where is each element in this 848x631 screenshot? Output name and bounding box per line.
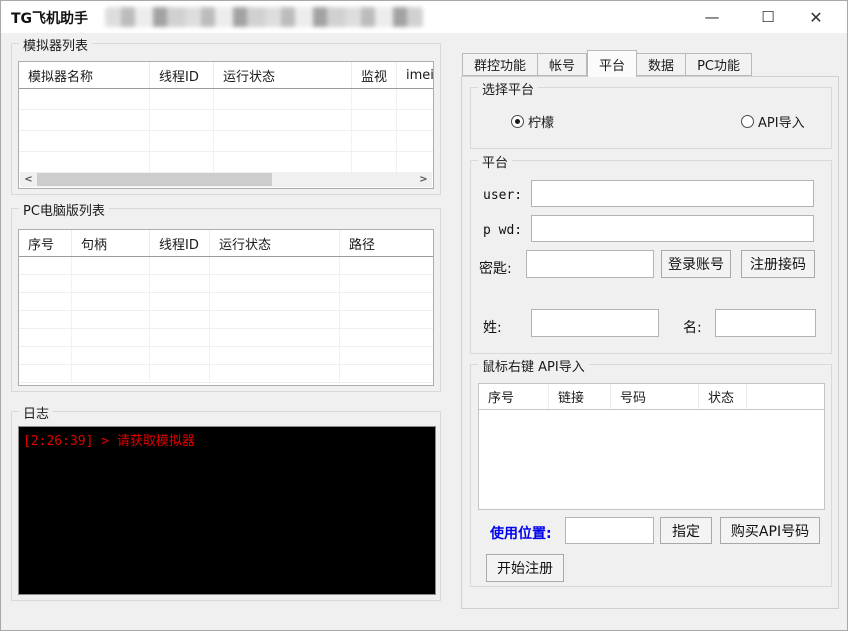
table-row — [19, 365, 433, 383]
tab-group-control[interactable]: 群控功能 — [462, 53, 539, 76]
tab-data[interactable]: 数据 — [637, 53, 687, 76]
api-table-header: 序号 链接 号码 状态 — [479, 384, 824, 410]
pc-list-group-title: PC电脑版列表 — [19, 200, 109, 219]
scrollbar-thumb[interactable] — [37, 173, 272, 186]
use-position-input[interactable] — [565, 517, 654, 544]
column-header[interactable]: 路径 — [340, 230, 433, 256]
tab-platform[interactable]: 平台 — [587, 50, 638, 77]
table-row — [19, 257, 433, 275]
column-header[interactable]: 线程ID — [150, 230, 210, 256]
table-row — [19, 275, 433, 293]
api-table: 序号 链接 号码 状态 — [478, 383, 825, 510]
table-row — [19, 89, 433, 110]
platform-group: 平台 user: p wd: 密匙: 登录账号 注册接码 姓: 名: — [470, 152, 832, 354]
column-header[interactable]: 模拟器名称 — [19, 62, 150, 88]
emulator-list-group: 模拟器列表 模拟器名称 线程ID 运行状态 监视 imei < > — [11, 35, 441, 195]
tab-pc-function[interactable]: PC功能 — [686, 53, 752, 76]
column-header[interactable]: 号码 — [611, 384, 699, 409]
buy-api-number-button[interactable]: 购买API号码 — [720, 517, 820, 544]
pc-list-group: PC电脑版列表 序号 句柄 线程ID 运行状态 路径 — [11, 200, 441, 392]
table-row — [19, 152, 433, 173]
title-bar: TG飞机助手 — ☐ ✕ — [1, 1, 847, 33]
column-header[interactable]: 链接 — [549, 384, 611, 409]
minimize-icon[interactable]: — — [689, 1, 735, 33]
radio-lemon[interactable]: 柠檬 — [511, 112, 554, 131]
api-import-group: 鼠标右键 API导入 序号 链接 号码 状态 使用位置: 指定 购买API号码 … — [470, 356, 832, 587]
log-entry: [2:26:39] > 请获取模拟器 — [23, 434, 195, 449]
pwd-input[interactable] — [531, 215, 814, 242]
pc-table: 序号 句柄 线程ID 运行状态 路径 — [18, 229, 434, 386]
emulator-table-header: 模拟器名称 线程ID 运行状态 监视 imei — [19, 62, 433, 89]
column-header[interactable]: 运行状态 — [214, 62, 352, 88]
emulator-table: 模拟器名称 线程ID 运行状态 监视 imei < > — [18, 61, 434, 189]
redacted-title-text — [105, 7, 423, 27]
app-window: TG飞机助手 — ☐ ✕ 模拟器列表 模拟器名称 线程ID 运行状态 监视 im… — [0, 0, 848, 631]
givenname-label: 名: — [683, 320, 702, 336]
pc-table-header: 序号 句柄 线程ID 运行状态 路径 — [19, 230, 433, 257]
column-header — [747, 384, 824, 409]
column-header[interactable]: 监视 — [352, 62, 397, 88]
user-label: user: — [483, 188, 523, 203]
table-row — [19, 311, 433, 329]
column-header[interactable]: 运行状态 — [210, 230, 340, 256]
radio-unselected-icon — [741, 115, 754, 128]
radio-api-import-label: API导入 — [758, 116, 805, 131]
platform-group-title: 平台 — [478, 152, 513, 171]
column-header[interactable]: 序号 — [19, 230, 72, 256]
select-platform-group-title: 选择平台 — [478, 79, 539, 98]
log-group-title: 日志 — [19, 403, 54, 422]
givenname-input[interactable] — [715, 309, 816, 337]
api-import-group-title: 鼠标右键 API导入 — [478, 356, 589, 375]
table-row — [19, 329, 433, 347]
radio-lemon-label: 柠檬 — [528, 116, 555, 131]
column-header[interactable]: imei — [397, 62, 433, 88]
column-header[interactable]: 状态 — [699, 384, 747, 409]
assign-button[interactable]: 指定 — [660, 517, 712, 544]
pwd-label: p wd: — [483, 223, 523, 238]
surname-input[interactable] — [531, 309, 659, 337]
scrollbar-track[interactable] — [37, 172, 415, 187]
maximize-icon[interactable]: ☐ — [745, 1, 791, 33]
use-position-label: 使用位置: — [490, 526, 552, 542]
log-console: [2:26:39] > 请获取模拟器 — [18, 426, 436, 595]
key-label: 密匙: — [479, 261, 512, 277]
scroll-left-icon[interactable]: < — [20, 172, 37, 187]
column-header[interactable]: 句柄 — [72, 230, 150, 256]
table-row — [19, 347, 433, 365]
register-sms-button[interactable]: 注册接码 — [741, 250, 815, 278]
login-account-button[interactable]: 登录账号 — [661, 250, 731, 278]
window-title: TG飞机助手 — [11, 11, 89, 27]
surname-label: 姓: — [483, 320, 502, 336]
tab-account[interactable]: 帐号 — [538, 53, 588, 76]
select-platform-group: 选择平台 柠檬 API导入 — [470, 79, 832, 149]
radio-api-import[interactable]: API导入 — [741, 112, 805, 131]
start-register-button[interactable]: 开始注册 — [486, 554, 564, 582]
column-header[interactable]: 线程ID — [150, 62, 214, 88]
horizontal-scrollbar[interactable]: < > — [20, 172, 432, 187]
platform-tab-panel: 选择平台 柠檬 API导入 平台 user: p wd: 密匙: 登录账号 注册… — [461, 76, 839, 609]
key-input[interactable] — [526, 250, 654, 278]
radio-selected-icon — [511, 115, 524, 128]
table-row — [19, 131, 433, 152]
close-icon[interactable]: ✕ — [793, 1, 839, 33]
table-row — [19, 110, 433, 131]
log-group: 日志 [2:26:39] > 请获取模拟器 — [11, 403, 441, 601]
column-header[interactable]: 序号 — [479, 384, 549, 409]
emulator-list-group-title: 模拟器列表 — [19, 35, 93, 54]
user-input[interactable] — [531, 180, 814, 207]
scroll-right-icon[interactable]: > — [415, 172, 432, 187]
table-row — [19, 293, 433, 311]
tab-strip: 群控功能 帐号 平台 数据 PC功能 — [462, 50, 752, 77]
